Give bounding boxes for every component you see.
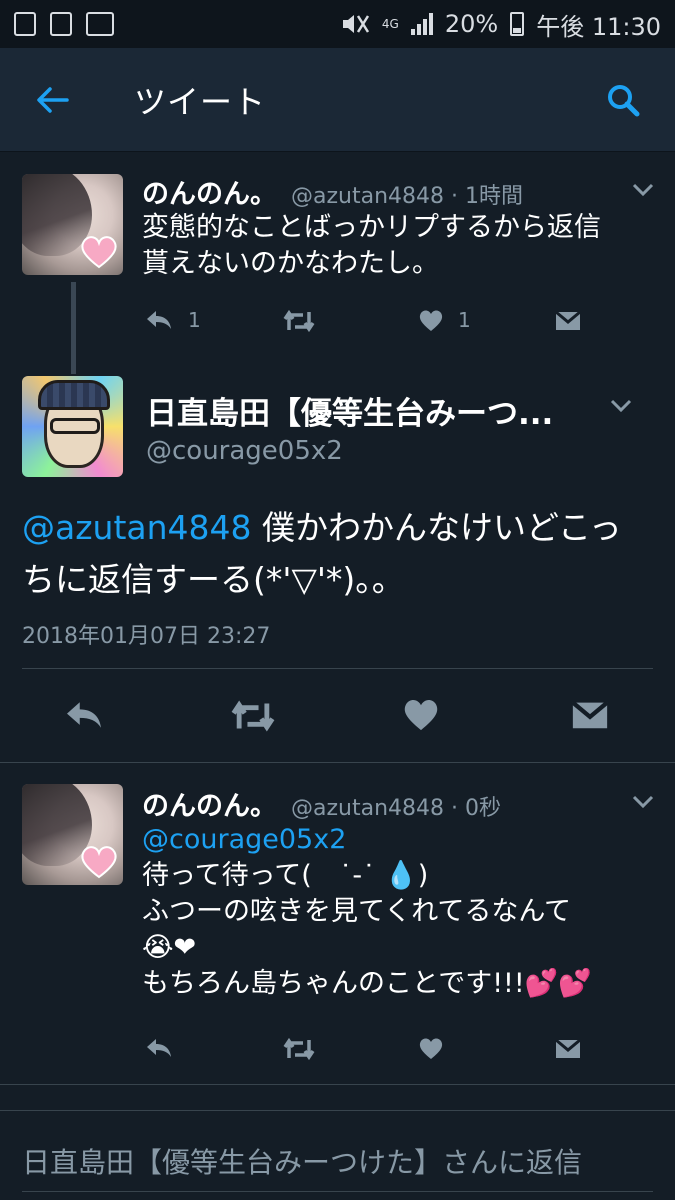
tweet2-menu-button[interactable] — [628, 792, 658, 812]
retweet-icon — [231, 700, 275, 732]
battery-percent: 20% — [444, 10, 499, 38]
tweet2-text: @courage05x2 待って待って( ˙-˙ 💧) ふつーの呟きを見てくれて… — [142, 822, 662, 1002]
tweet1-text: 変態的なことばっかリプするから返信 貰えないのかなわたし。 — [142, 210, 662, 282]
reply-button[interactable]: 1 — [144, 308, 201, 332]
page-title: ツイート — [134, 82, 267, 121]
chevron-down-icon — [632, 183, 654, 197]
tweet-text-line: もちろん島ちゃんのことです!!!💕💕 — [142, 968, 592, 999]
input-underline — [22, 1191, 653, 1192]
display-name[interactable]: のんのん。 — [142, 172, 277, 211]
clock: 午後 11:30 — [536, 12, 661, 41]
heart-icon — [419, 1038, 443, 1059]
mention-link[interactable]: @azutan4848 — [22, 508, 252, 547]
reply-compose-bar[interactable]: 日直島田【優等生台みーつけた】さんに返信 — [0, 1110, 675, 1200]
signal-icon — [410, 13, 433, 35]
search-icon — [608, 84, 640, 116]
heart-sticker-icon — [79, 845, 119, 879]
tweet-text-line: ふつーの呟きを見てくれてるなんて — [142, 896, 572, 927]
avatar[interactable] — [22, 784, 123, 885]
dm-button[interactable] — [570, 696, 610, 732]
tweet-text: 僕かわかんなけいどこっ — [251, 508, 622, 547]
handle-and-time: @azutan4848 · 1時間 — [291, 184, 523, 209]
avatar[interactable] — [22, 376, 123, 477]
main-tweet-text: @azutan4848 僕かわかんなけいどこっ ちに返信すーる(*'▽'*)。。 — [22, 502, 662, 606]
handle-and-time: @azutan4848 · 0秒 — [291, 796, 501, 821]
retweet-icon — [283, 1037, 315, 1061]
like-button[interactable]: 1 — [418, 308, 471, 332]
retweet-icon — [283, 309, 315, 333]
back-button[interactable] — [0, 48, 104, 152]
tweet-text-line: 貰えないのかなわたし。 — [142, 248, 439, 279]
tweet-text-line: 変態的なことばっかリプするから返信 — [142, 212, 601, 243]
tweet-timestamp: 2018年01月07日 23:27 — [22, 624, 271, 649]
tweet-text-line: @azutan4848 僕かわかんなけいどこっ — [22, 502, 662, 554]
dm-button[interactable] — [554, 1036, 582, 1060]
voicemail-icon — [86, 12, 114, 36]
arrow-left-icon — [37, 86, 69, 113]
contacts-icon — [14, 12, 36, 36]
reply-button[interactable] — [144, 1036, 174, 1060]
notification-icons — [14, 12, 114, 36]
reply-icon — [147, 311, 171, 329]
reply-icon — [67, 702, 101, 728]
avatar[interactable] — [22, 174, 123, 275]
retweet-button[interactable] — [282, 308, 316, 334]
network-type: 4G — [381, 17, 399, 31]
envelope-icon — [571, 700, 609, 729]
mention-link[interactable]: @courage05x2 — [142, 822, 662, 858]
divider — [0, 762, 675, 763]
tweet-text-line: 😭❤ — [142, 932, 197, 963]
handle[interactable]: @courage05x2 — [146, 436, 343, 466]
main-tweet-menu-button[interactable] — [606, 396, 636, 416]
system-icons: 4G 20% 午後 11:30 — [340, 7, 661, 42]
heart-icon — [404, 700, 438, 731]
tweet1-header: のんのん。 @azutan4848 · 1時間 — [142, 172, 523, 211]
like-button[interactable] — [418, 1036, 444, 1060]
display-name[interactable]: 日直島田【優等生台みーつ... — [146, 388, 553, 433]
heart-icon — [419, 310, 443, 331]
status-bar: 4G 20% 午後 11:30 — [0, 0, 675, 48]
retweet-button[interactable] — [282, 1036, 316, 1062]
search-button[interactable] — [571, 48, 675, 152]
mute-icon — [342, 15, 369, 33]
tweet-text-line: 待って待って( ˙-˙ 💧) — [142, 860, 429, 891]
reply-count: 1 — [188, 308, 201, 332]
reply-icon — [147, 1039, 171, 1057]
chevron-down-icon — [610, 399, 632, 413]
tweet1-menu-button[interactable] — [628, 180, 658, 200]
battery-icon — [510, 12, 525, 36]
reply-button[interactable] — [62, 698, 106, 732]
reply-input-placeholder[interactable]: 日直島田【優等生台みーつけた】さんに返信 — [22, 1141, 582, 1181]
display-name[interactable]: のんのん。 — [142, 784, 277, 823]
dm-button[interactable] — [554, 308, 582, 332]
tablet-check-icon — [50, 12, 72, 36]
divider — [0, 1084, 675, 1085]
tweet2-header: のんのん。 @azutan4848 · 0秒 — [142, 784, 501, 823]
envelope-icon — [555, 1038, 581, 1058]
like-button[interactable] — [402, 696, 440, 732]
retweet-button[interactable] — [228, 698, 278, 734]
divider — [22, 668, 653, 669]
tweet-text-line: ちに返信すーる(*'▽'*)。。 — [22, 560, 405, 599]
thread-line — [71, 282, 76, 374]
app-header: ツイート — [0, 48, 675, 152]
heart-sticker-icon — [79, 235, 119, 269]
chevron-down-icon — [632, 795, 654, 809]
envelope-icon — [555, 310, 581, 330]
like-count: 1 — [458, 308, 471, 332]
